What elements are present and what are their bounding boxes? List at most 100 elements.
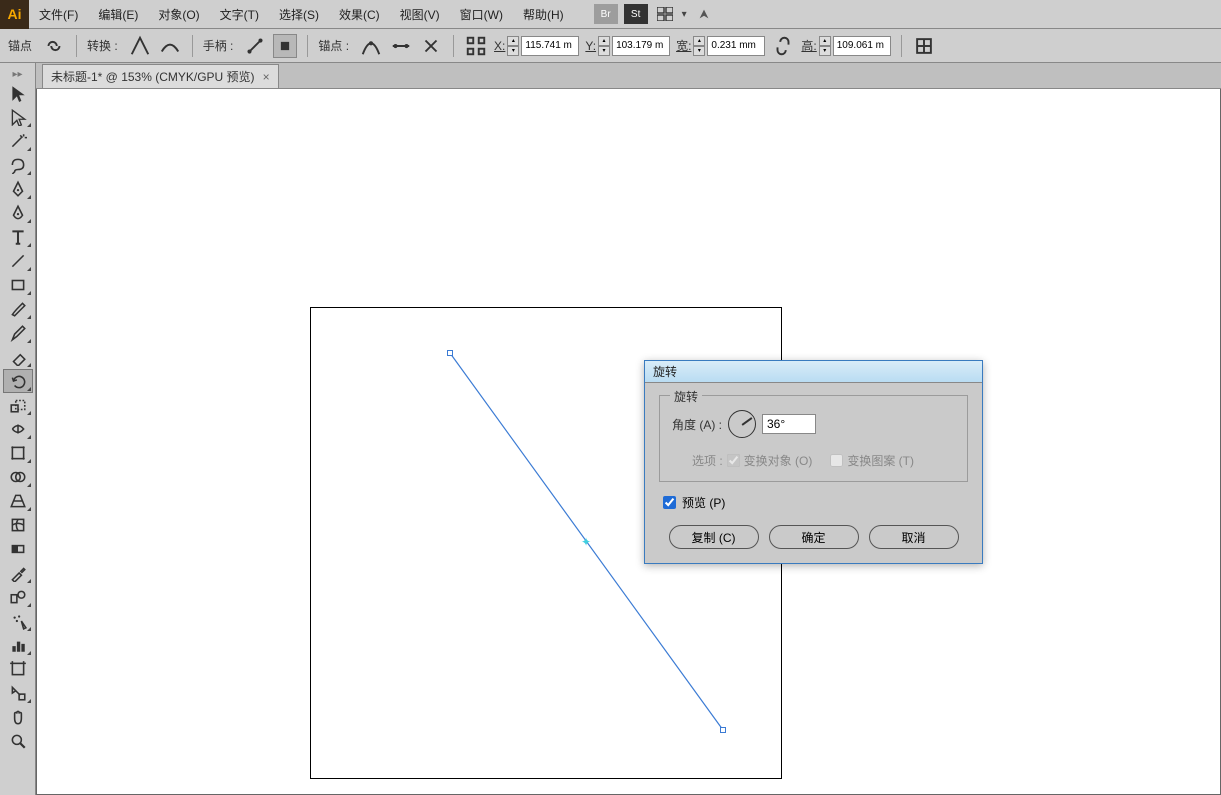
tab-title: 未标题-1* @ 153% (CMYK/GPU 预览) [51, 68, 255, 85]
menu-view[interactable]: 视图(V) [390, 0, 450, 29]
pencil-tool[interactable] [3, 321, 33, 345]
remove-anchor-button[interactable] [359, 34, 383, 58]
cancel-button[interactable]: 取消 [869, 525, 959, 549]
column-graph-tool[interactable] [3, 633, 33, 657]
h-label: 高: [801, 37, 816, 54]
menubar-right-cluster: Br St ▾ [594, 4, 715, 24]
align-to-pixel-button[interactable] [464, 34, 488, 58]
width-tool[interactable] [3, 417, 33, 441]
artboard-tool[interactable] [3, 657, 33, 681]
cut-path-button[interactable] [419, 34, 443, 58]
handle-show-button[interactable] [243, 34, 267, 58]
pen-tool[interactable] [3, 177, 33, 201]
ok-button[interactable]: 确定 [769, 525, 859, 549]
w-stepper[interactable]: ▴▾ [693, 36, 705, 56]
free-transform-tool[interactable] [3, 441, 33, 465]
h-field: 高: ▴▾ [801, 36, 890, 56]
anchor2-label: 锚点 : [318, 37, 349, 54]
toolbox: ▸▸ [0, 63, 36, 795]
lasso-tool[interactable] [3, 153, 33, 177]
rotate-dialog: 旋转 旋转 角度 (A) : 选项 : 变换对象 (O) 变换图案 (T) 预览… [644, 360, 983, 564]
eraser-tool[interactable] [3, 345, 33, 369]
convert-label: 转换 : [87, 37, 118, 54]
angle-input[interactable] [762, 414, 816, 434]
x-field: X: ▴▾ [494, 36, 579, 56]
options-row: 选项 : 变换对象 (O) 变换图案 (T) [672, 452, 955, 469]
menu-object[interactable]: 对象(O) [148, 0, 209, 29]
chain-icon[interactable] [42, 34, 66, 58]
x-input[interactable] [521, 36, 579, 56]
h-input[interactable] [833, 36, 891, 56]
direct-selection-tool[interactable] [3, 105, 33, 129]
copy-button[interactable]: 复制 (C) [669, 525, 759, 549]
blend-tool[interactable] [3, 585, 33, 609]
mesh-tool[interactable] [3, 513, 33, 537]
transform-patterns-label: 变换图案 (T) [847, 452, 914, 469]
anchor-point-start[interactable] [447, 350, 453, 356]
w-input[interactable] [707, 36, 765, 56]
zoom-tool[interactable] [3, 729, 33, 753]
menu-select[interactable]: 选择(S) [269, 0, 329, 29]
selection-tool[interactable] [3, 81, 33, 105]
anchor-point-end[interactable] [720, 727, 726, 733]
rotate-group: 旋转 角度 (A) : 选项 : 变换对象 (O) 变换图案 (T) [659, 395, 968, 482]
hand-tool[interactable] [3, 705, 33, 729]
w-field: 宽: ▴▾ [676, 36, 765, 56]
curvature-tool[interactable] [3, 201, 33, 225]
anchor-label: 锚点 [8, 37, 32, 54]
dialog-title-bar[interactable]: 旋转 [645, 361, 982, 383]
line-tool[interactable] [3, 249, 33, 273]
rotate-tool[interactable] [3, 369, 33, 393]
connect-anchor-button[interactable] [389, 34, 413, 58]
document-tab[interactable]: 未标题-1* @ 153% (CMYK/GPU 预览) × [42, 64, 279, 88]
perspective-tool[interactable] [3, 489, 33, 513]
isolate-button[interactable] [912, 34, 936, 58]
shape-builder-tool[interactable] [3, 465, 33, 489]
options-label: 选项 : [692, 452, 723, 469]
angle-dial[interactable] [728, 410, 756, 438]
menu-help[interactable]: 帮助(H) [513, 0, 574, 29]
rotate-center-icon[interactable]: ✦ [581, 535, 591, 549]
y-stepper[interactable]: ▴▾ [598, 36, 610, 56]
x-stepper[interactable]: ▴▾ [507, 36, 519, 56]
transform-objects-label: 变换对象 (O) [744, 452, 813, 469]
transform-patterns-checkbox [830, 454, 843, 467]
h-stepper[interactable]: ▴▾ [819, 36, 831, 56]
eyedropper-tool[interactable] [3, 561, 33, 585]
link-wh-icon[interactable] [771, 34, 795, 58]
app-icon: Ai [0, 0, 29, 29]
w-label: 宽: [676, 37, 691, 54]
toolbox-grip[interactable]: ▸▸ [0, 67, 35, 81]
canvas-area[interactable]: ✦ [36, 89, 1221, 795]
paintbrush-tool[interactable] [3, 297, 33, 321]
preview-checkbox[interactable] [663, 496, 676, 509]
slice-tool[interactable] [3, 681, 33, 705]
menu-bar: Ai 文件(F) 编辑(E) 对象(O) 文字(T) 选择(S) 效果(C) 视… [0, 0, 1221, 29]
preview-label: 预览 (P) [682, 494, 725, 511]
rocket-icon[interactable] [693, 4, 715, 24]
menu-window[interactable]: 窗口(W) [450, 0, 513, 29]
symbol-sprayer-tool[interactable] [3, 609, 33, 633]
y-input[interactable] [612, 36, 670, 56]
convert-smooth-button[interactable] [158, 34, 182, 58]
gradient-tool[interactable] [3, 537, 33, 561]
angle-label: 角度 (A) : [672, 416, 722, 433]
menu-file[interactable]: 文件(F) [29, 0, 88, 29]
menu-edit[interactable]: 编辑(E) [88, 0, 148, 29]
handle-label: 手柄 : [203, 37, 234, 54]
convert-corner-button[interactable] [128, 34, 152, 58]
bridge-button[interactable]: Br [594, 4, 618, 24]
menu-effect[interactable]: 效果(C) [329, 0, 390, 29]
menu-type[interactable]: 文字(T) [210, 0, 269, 29]
y-label: Y: [585, 39, 596, 53]
handle-hide-button[interactable] [273, 34, 297, 58]
magic-wand-tool[interactable] [3, 129, 33, 153]
scale-tool[interactable] [3, 393, 33, 417]
stock-button[interactable]: St [624, 4, 648, 24]
rectangle-tool[interactable] [3, 273, 33, 297]
type-tool[interactable] [3, 225, 33, 249]
property-bar: 锚点 转换 : 手柄 : 锚点 : X: ▴▾ Y: ▴▾ 宽: ▴▾ 高: ▴… [0, 29, 1221, 63]
tab-close-button[interactable]: × [263, 70, 270, 84]
x-label: X: [494, 39, 505, 53]
arrange-documents-button[interactable] [654, 4, 676, 24]
